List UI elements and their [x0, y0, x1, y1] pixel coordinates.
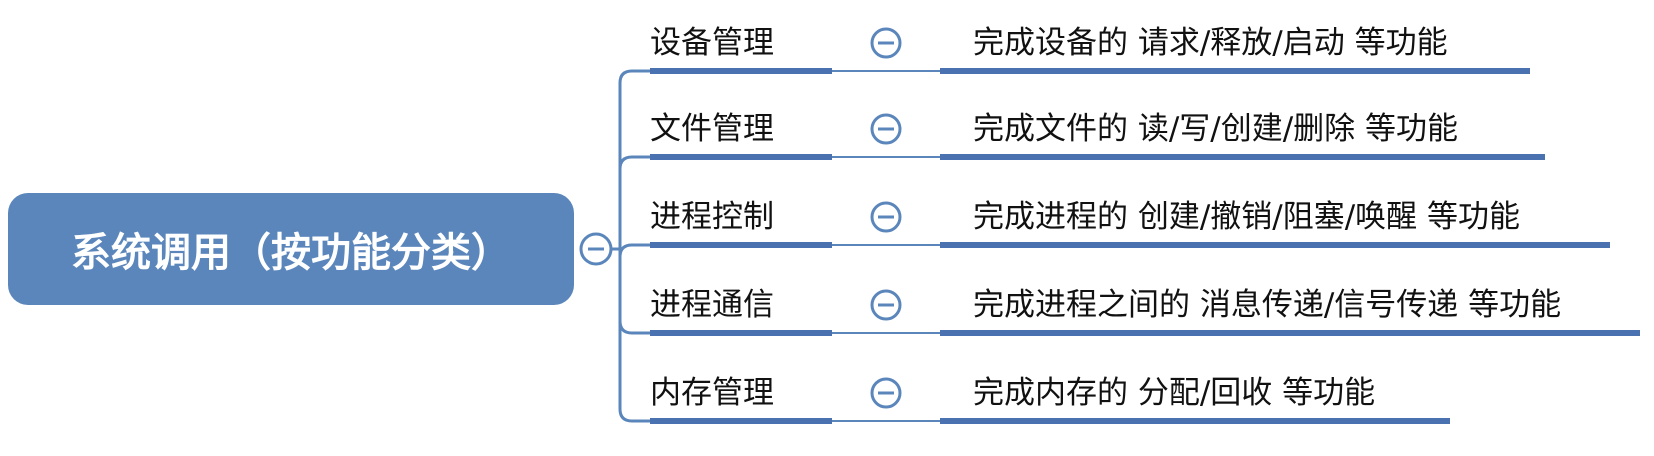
collapse-icon[interactable] [870, 113, 902, 145]
collapse-icon[interactable] [870, 27, 902, 59]
branch-label: 文件管理 [650, 111, 774, 147]
branch-connector-line [618, 249, 650, 423]
branch-description: 完成文件的 读/写/创建/删除 等功能 [973, 111, 1459, 147]
branch-description: 完成设备的 请求/释放/启动 等功能 [973, 25, 1448, 61]
branch-description: 完成内存的 分配/回收 等功能 [973, 375, 1376, 411]
branch-connector-line [618, 155, 650, 249]
branch-description: 完成进程之间的 消息传递/信号传递 等功能 [973, 287, 1562, 323]
collapse-icon[interactable] [870, 289, 902, 321]
mindmap: 系统调用（按功能分类） 设备管理 完成设备的 请求/释放/启动 等功能 文件管理… [0, 0, 1654, 456]
root-collapse-icon[interactable] [579, 232, 613, 266]
branch-label: 进程通信 [650, 287, 774, 323]
branch-description: 完成进程的 创建/撤销/阻塞/唤醒 等功能 [973, 199, 1521, 235]
branch-label: 设备管理 [650, 25, 774, 61]
root-node[interactable]: 系统调用（按功能分类） [8, 193, 574, 305]
collapse-icon[interactable] [870, 377, 902, 409]
root-label: 系统调用（按功能分类） [71, 230, 511, 276]
branch-label: 进程控制 [650, 199, 774, 235]
collapse-icon[interactable] [870, 201, 902, 233]
branch-connector-line [618, 243, 650, 258]
branch-label: 内存管理 [650, 375, 774, 411]
branch-connector-line [618, 249, 650, 335]
